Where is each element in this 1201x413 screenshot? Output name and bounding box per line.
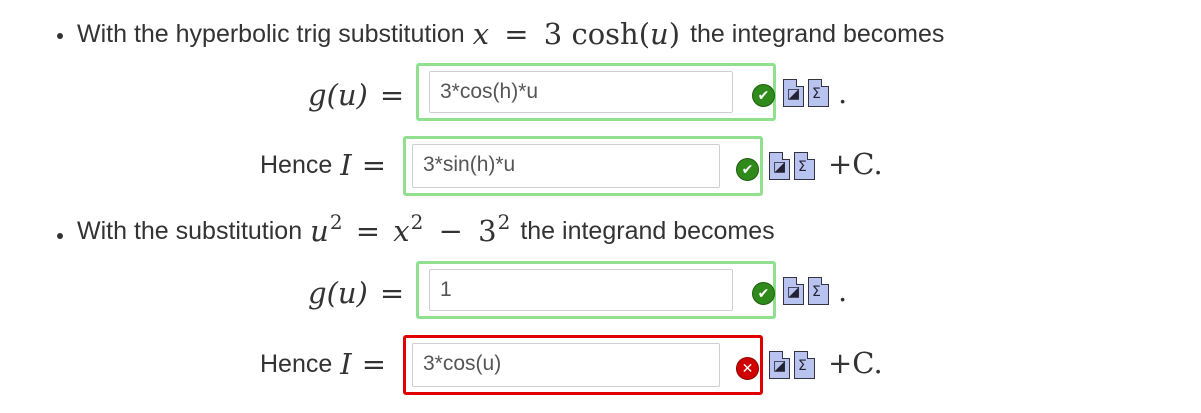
preview-icon[interactable]: ◪ — [769, 152, 790, 180]
answer-box-step2-g: 1 ✔ — [416, 261, 776, 319]
step1-sub-var: u — [650, 17, 669, 51]
step1-text-after: the integrand becomes — [690, 19, 945, 48]
bullet — [57, 233, 63, 239]
equals-sign: = — [361, 347, 387, 381]
trailing-period: . — [838, 76, 848, 110]
answer-box-step1-g: 3*cos(h)*u ✔ — [416, 63, 776, 121]
answer-input-step1-hence[interactable]: 3*sin(h)*u — [412, 144, 720, 188]
hence-text: Hence — [260, 150, 333, 179]
check-circle-icon: ✔ — [736, 158, 759, 181]
equals-sign: = — [379, 78, 405, 112]
step2-eq: = — [355, 214, 381, 248]
step2-heading: With the substitution u2 = x2 − 32 the i… — [77, 210, 775, 248]
step2-text-before: With the substitution — [77, 216, 303, 245]
step2-u: u — [310, 214, 329, 248]
equals-sign: = — [379, 276, 405, 310]
equation-editor-icon[interactable]: Σ — [794, 152, 815, 180]
step1-sub-rhs: 3 cosh( — [543, 17, 651, 51]
step1-sub-close: ) — [668, 17, 681, 51]
step2-x: x — [393, 214, 410, 248]
g-of-u: g(u) — [308, 78, 368, 112]
x-circle-icon: ✕ — [736, 357, 759, 380]
step1-text-before: With the hyperbolic trig substitution — [77, 19, 465, 48]
equation-editor-icon[interactable]: Σ — [794, 351, 815, 379]
preview-icon[interactable]: ◪ — [783, 277, 804, 305]
answer-input-step1-g[interactable]: 3*cos(h)*u — [429, 71, 733, 113]
step2-minus: − — [438, 214, 463, 248]
g-of-u: g(u) — [308, 276, 368, 310]
answer-box-step1-hence: 3*sin(h)*u ✔ — [403, 136, 763, 196]
step1-sub-lhs: x — [472, 17, 490, 51]
trailing-period: . — [838, 274, 848, 308]
answer-input-step2-g[interactable]: 1 — [429, 269, 733, 311]
step2-g-label: g(u) = — [308, 273, 404, 313]
step1-hence-label: Hence I = — [260, 145, 386, 185]
equals-sign: = — [361, 148, 387, 182]
step2-three: 3 — [478, 214, 497, 248]
bullet — [57, 33, 63, 39]
equation-editor-icon[interactable]: Σ — [808, 277, 829, 305]
step2-hence-label: Hence I = — [260, 344, 386, 384]
check-circle-icon: ✔ — [752, 84, 775, 107]
step2-text-after: the integrand becomes — [520, 216, 775, 245]
preview-icon[interactable]: ◪ — [783, 79, 804, 107]
integral-var: I — [340, 347, 352, 381]
plus-constant: +C. — [828, 147, 883, 181]
preview-icon[interactable]: ◪ — [769, 351, 790, 379]
step1-g-label: g(u) = — [308, 75, 404, 115]
step1-sub-eq: = — [504, 17, 529, 51]
step1-heading: With the hyperbolic trig substitution x … — [77, 14, 944, 54]
hence-text: Hence — [260, 349, 333, 378]
equation-editor-icon[interactable]: Σ — [808, 79, 829, 107]
check-circle-icon: ✔ — [752, 282, 775, 305]
plus-constant: +C. — [828, 346, 883, 380]
answer-input-step2-hence[interactable]: 3*cos(u) — [412, 343, 720, 387]
integral-var: I — [340, 148, 352, 182]
answer-box-step2-hence: 3*cos(u) ✕ — [403, 335, 763, 395]
